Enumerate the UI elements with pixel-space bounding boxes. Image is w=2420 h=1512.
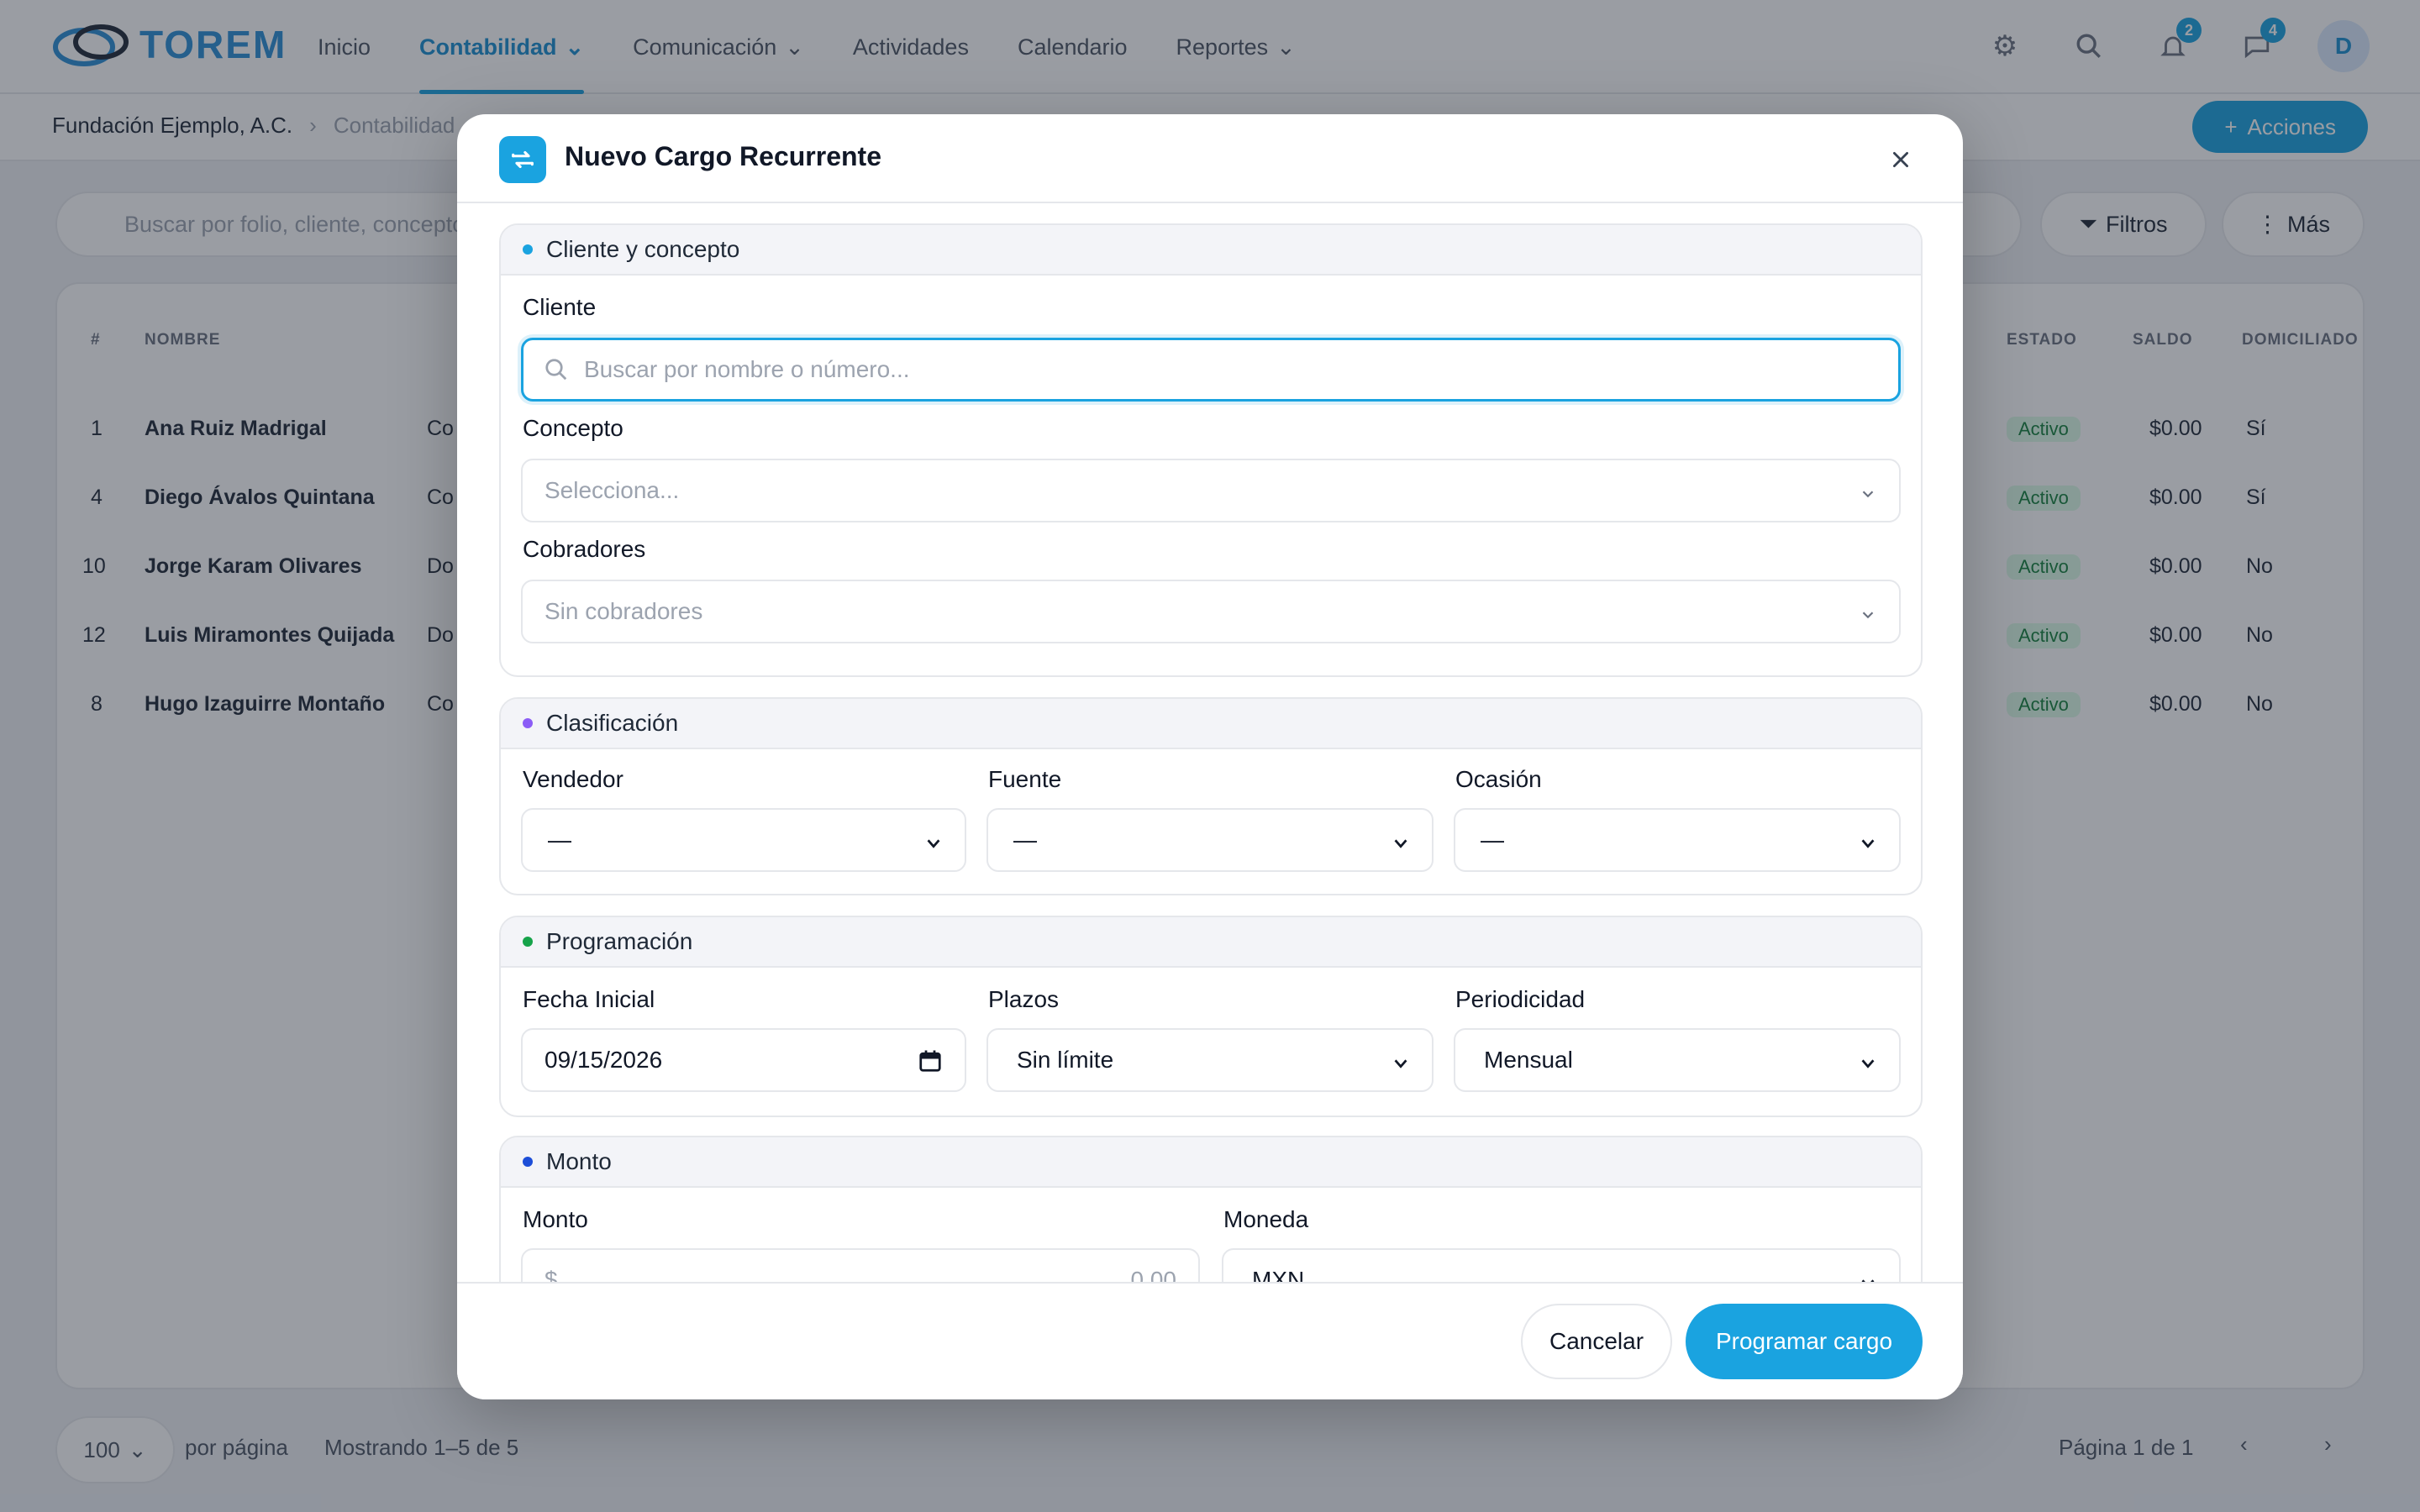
fecha-inicial-value: 09/15/2026: [544, 1047, 663, 1073]
section-dot-icon: [523, 937, 533, 947]
moneda-label: Moneda: [1223, 1206, 1309, 1232]
modal-footer: Cancelar Programar cargo: [457, 1282, 1963, 1399]
section-cliente-concepto: Cliente y concepto Cliente Buscar por no…: [499, 223, 1923, 677]
cobradores-select[interactable]: Sin cobradores: [521, 580, 1901, 643]
cobradores-placeholder: Sin cobradores: [544, 598, 703, 624]
concepto-select[interactable]: Selecciona...: [521, 459, 1901, 522]
section-clasificacion: Clasificación Vendedor — Fuente — Ocasió…: [499, 697, 1923, 895]
chevron-down-icon: [1392, 1052, 1410, 1079]
periodicidad-label: Periodicidad: [1455, 986, 1586, 1012]
section-programacion: Programación Fecha Inicial 09/15/2026 Pl…: [499, 916, 1923, 1117]
close-icon[interactable]: [1881, 139, 1921, 180]
periodicidad-select[interactable]: Mensual: [1454, 1028, 1901, 1092]
section-heading: Programación: [501, 917, 1921, 968]
chevron-down-icon: [1859, 603, 1877, 630]
modal-header: Nuevo Cargo Recurrente: [457, 114, 1963, 203]
periodicidad-value: Mensual: [1484, 1047, 1573, 1073]
section-title: Programación: [546, 928, 693, 954]
section-title: Cliente y concepto: [546, 236, 740, 262]
programar-cargo-button[interactable]: Programar cargo: [1686, 1304, 1923, 1379]
modal-title: Nuevo Cargo Recurrente: [565, 141, 881, 171]
concepto-label: Concepto: [523, 415, 623, 441]
ocasion-value: —: [1481, 827, 1504, 853]
cliente-search-input[interactable]: Buscar por nombre o número...: [521, 338, 1901, 402]
chevron-down-icon: [1859, 482, 1877, 509]
monto-label: Monto: [523, 1206, 588, 1232]
cliente-placeholder: Buscar por nombre o número...: [584, 356, 910, 382]
search-icon: [544, 357, 569, 382]
concepto-placeholder: Selecciona...: [544, 477, 680, 503]
section-dot-icon: [523, 1157, 533, 1167]
modal-body[interactable]: Cliente y concepto Cliente Buscar por no…: [457, 203, 1963, 1396]
section-dot-icon: [523, 244, 533, 255]
vendedor-value: —: [548, 827, 571, 853]
cobradores-label: Cobradores: [523, 536, 646, 562]
chevron-down-icon: [1392, 832, 1410, 858]
section-heading: Monto: [501, 1137, 1921, 1188]
section-heading: Cliente y concepto: [501, 225, 1921, 276]
ocasion-select[interactable]: —: [1454, 808, 1901, 872]
vendedor-label: Vendedor: [523, 766, 623, 792]
recurring-charge-modal: Nuevo Cargo Recurrente Cliente y concept…: [457, 114, 1963, 1399]
plazos-label: Plazos: [988, 986, 1060, 1012]
ocasion-label: Ocasión: [1455, 766, 1542, 792]
plazos-select[interactable]: Sin límite: [986, 1028, 1434, 1092]
section-heading: Clasificación: [501, 699, 1921, 749]
section-title: Monto: [546, 1148, 612, 1174]
calendar-icon[interactable]: [918, 1048, 943, 1079]
section-dot-icon: [523, 718, 533, 728]
fecha-inicial-input[interactable]: 09/15/2026: [521, 1028, 966, 1092]
fuente-label: Fuente: [988, 766, 1062, 792]
vendedor-select[interactable]: —: [521, 808, 966, 872]
plazos-value: Sin límite: [1017, 1047, 1114, 1073]
chevron-down-icon: [1859, 1052, 1877, 1079]
fuente-value: —: [1013, 827, 1037, 853]
chevron-down-icon: [924, 832, 943, 858]
fecha-inicial-label: Fecha Inicial: [523, 986, 655, 1012]
recurring-arrows-icon: [499, 136, 546, 183]
cancel-button[interactable]: Cancelar: [1521, 1304, 1672, 1379]
cliente-label: Cliente: [523, 294, 597, 320]
fuente-select[interactable]: —: [986, 808, 1434, 872]
section-title: Clasificación: [546, 710, 679, 736]
chevron-down-icon: [1859, 832, 1877, 858]
